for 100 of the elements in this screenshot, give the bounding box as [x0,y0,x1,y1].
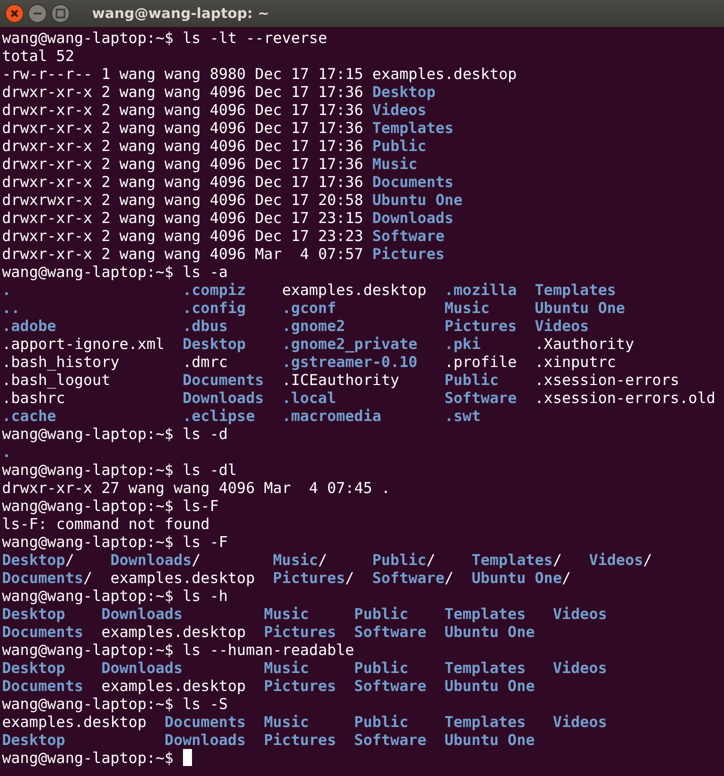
type-suffix: / [444,569,454,587]
directory-name: Downloads [101,605,183,623]
directory-name: Templates [534,281,616,299]
directory-name: Videos [534,317,589,335]
directory-name: Public [354,605,408,623]
file-name: examples.desktop [110,569,255,587]
directory-name: Desktop [2,731,66,749]
directory-name: .swt [444,407,481,425]
directory-name: Public [354,659,408,677]
file-details: drwxr-xr-x 2 wang wang 4096 Dec 17 17:36 [2,173,364,191]
shell-prompt: wang@wang-laptop:~$ [2,425,174,443]
type-suffix: / [192,551,201,569]
directory-name: Templates [444,659,526,677]
directory-name: Pictures [264,623,336,641]
directory-name: Pictures [264,677,336,695]
file-details: drwxr-xr-x 2 wang wang 4096 Dec 17 17:36 [2,83,364,101]
directory-name: Public [372,551,426,569]
shell-prompt: wang@wang-laptop:~$ [2,695,174,713]
directory-name: Music [372,155,418,173]
directory-name: Music [444,299,490,317]
type-suffix: / [562,569,571,587]
file-name: .bash_history [2,353,120,371]
file-name: examples.desktop [372,65,517,83]
file-details: drwxr-xr-x 2 wang wang 4096 Dec 17 17:36 [2,137,364,155]
type-suffix: / [318,551,328,569]
type-suffix: / [83,569,92,587]
directory-name: . [2,281,12,299]
file-name: .ICEauthority [282,371,400,389]
output-line: ls-F: command not found [2,515,210,533]
directory-name: .dbus [182,317,228,335]
directory-name: .gconf [282,299,336,317]
directory-name: Videos [372,101,426,119]
type-suffix: / [65,551,74,569]
directory-name: . [2,443,12,461]
file-name: .Xauthority [534,335,634,353]
directory-name: Pictures [372,245,445,263]
file-name: .xinputrc [534,353,616,371]
shell-prompt: wang@wang-laptop:~$ [2,29,174,47]
directory-name: Downloads [372,209,454,227]
file-name: .profile [444,353,517,371]
directory-name: Pictures [444,317,517,335]
directory-name: .config [182,299,246,317]
directory-name: Ubuntu One [472,569,562,587]
command-text: ls -lt --reverse [182,29,328,47]
directory-name: Downloads [164,731,246,749]
directory-name: Software [372,569,444,587]
directory-name: Music [264,713,310,731]
directory-name: Public [354,713,408,731]
directory-name: Desktop [2,605,66,623]
type-suffix: / [643,551,652,569]
directory-name: Documents [182,371,264,389]
directory-name: Software [354,731,426,749]
directory-name: Desktop [2,659,66,677]
file-details: drwxrwxr-x 2 wang wang 4096 Dec 17 20:58 [2,191,364,209]
command-text: ls -a [182,263,228,281]
directory-name: .macromedia [282,407,382,425]
directory-name: Ubuntu One [372,191,463,209]
maximize-icon[interactable] [51,4,70,23]
directory-name: .gstreamer-0.10 [282,353,418,371]
directory-name: Videos [552,605,608,623]
file-details: drwxr-xr-x 2 wang wang 4096 Dec 17 23:23 [2,227,364,245]
command-text: ls -F [182,533,228,551]
minimize-icon[interactable] [28,4,47,23]
command-text: ls -h [182,587,228,605]
directory-name: Ubuntu One [534,299,626,317]
shell-prompt: wang@wang-laptop:~$ [2,497,174,515]
directory-name: .cache [2,407,56,425]
directory-name: Software [444,389,517,407]
directory-name: .pki [444,335,481,353]
shell-prompt: wang@wang-laptop:~$ [2,533,174,551]
file-name: examples.desktop [2,713,146,731]
file-details: drwxr-xr-x 2 wang wang 4096 Dec 17 17:36 [2,155,364,173]
shell-prompt: wang@wang-laptop:~$ [2,587,174,605]
directory-name: Templates [444,713,526,731]
directory-name: Documents [2,569,84,587]
directory-name: Templates [444,605,526,623]
directory-name: Documents [164,713,246,731]
directory-name: Music [264,659,310,677]
directory-name: Ubuntu One [444,731,535,749]
shell-prompt: wang@wang-laptop:~$ [2,461,174,479]
command-text: ls -dl [182,461,237,479]
close-icon[interactable] [5,4,24,23]
command-text: ls -d [182,425,228,443]
type-suffix: / [345,569,354,587]
directory-name: Ubuntu One [444,623,535,641]
directory-name: .mozilla [444,281,517,299]
directory-name: Templates [472,551,553,569]
directory-name: Documents [372,173,454,191]
window-title: wang@wang-laptop: ~ [92,6,270,22]
file-details: -rw-r--r-- 1 wang wang 8980 Dec 17 17:15 [2,65,364,83]
directory-name: Public [372,137,426,155]
directory-name: Desktop [2,551,66,569]
output-line: total 52 [2,47,74,65]
directory-name: .gnome2_private [282,335,418,353]
shell-prompt: wang@wang-laptop:~$ [2,641,174,659]
directory-name: Documents [2,677,84,695]
file-details: drwxr-xr-x 2 wang wang 4096 Dec 17 23:15 [2,209,364,227]
directory-name: .compiz [182,281,246,299]
directory-name: .adobe [2,317,56,335]
file-details: drwxr-xr-x 27 wang wang 4096 Mar 4 07:45 [2,479,372,497]
